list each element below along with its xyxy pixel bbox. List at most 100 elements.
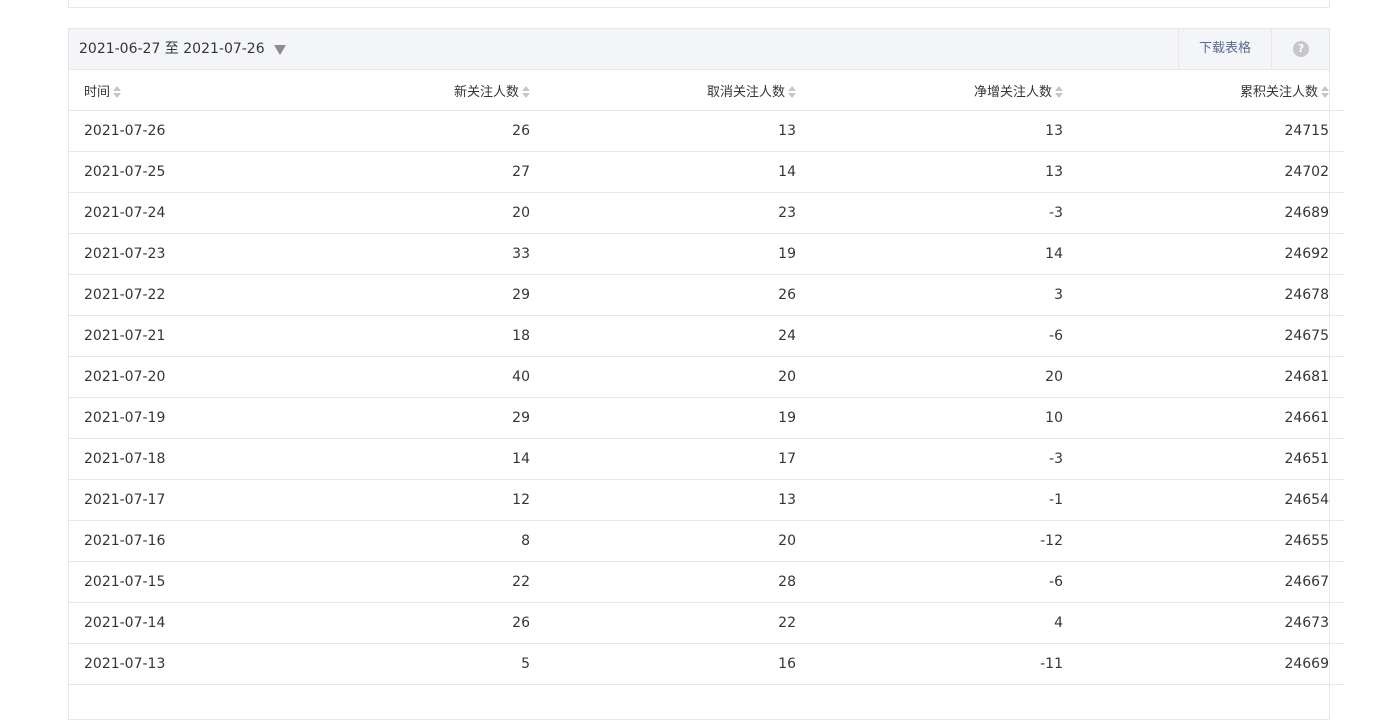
cell-date: 2021-07-26: [69, 110, 283, 152]
sort-icon: [1055, 86, 1063, 98]
cell-unfollows: 23: [530, 192, 796, 234]
table-row: 2021-07-16 8 20 -12 24655: [69, 520, 1344, 562]
column-header-net-growth[interactable]: 净增关注人数: [796, 70, 1063, 111]
date-range-text: 2021-06-27 至 2021-07-26: [79, 41, 265, 57]
cell-net-growth: -11: [796, 643, 1063, 685]
caret-down-icon: [273, 44, 286, 55]
cell-unfollows: 24: [530, 315, 796, 357]
cell-date: 2021-07-14: [69, 602, 283, 644]
column-header-label: 累积关注人数: [1239, 84, 1318, 100]
cell-unfollows: 19: [530, 397, 796, 439]
sort-icon: [522, 86, 530, 98]
cell-net-growth: -6: [796, 315, 1063, 357]
cell-date: 2021-07-16: [69, 520, 283, 562]
cell-cumulative: 24715: [1063, 110, 1344, 152]
cell-cumulative: 24654: [1063, 479, 1344, 521]
cell-new-followers: 18: [283, 315, 530, 357]
cell-cumulative: 24692: [1063, 233, 1344, 275]
cell-net-growth: 13: [796, 110, 1063, 152]
column-header-unfollows[interactable]: 取消关注人数: [530, 70, 796, 111]
table-row: 2021-07-21 18 24 -6 24675: [69, 315, 1344, 357]
table-body: 2021-07-26 26 13 13 24715 2021-07-25 27 …: [69, 110, 1344, 685]
column-header-label: 新关注人数: [453, 84, 519, 100]
column-header-date[interactable]: 时间: [69, 70, 283, 111]
sort-icon: [788, 86, 796, 98]
followers-table: 时间 新关注人数 取消关注人数 净增关注人数 累积关注人数 2021-07-26: [69, 70, 1344, 685]
table-row: 2021-07-25 27 14 13 24702: [69, 151, 1344, 193]
cell-new-followers: 26: [283, 602, 530, 644]
cell-cumulative: 24669: [1063, 643, 1344, 685]
cell-new-followers: 20: [283, 192, 530, 234]
cell-unfollows: 13: [530, 110, 796, 152]
cell-new-followers: 8: [283, 520, 530, 562]
cell-date: 2021-07-19: [69, 397, 283, 439]
cell-date: 2021-07-24: [69, 192, 283, 234]
data-table-card: 2021-06-27 至 2021-07-26 下载表格 ? 时间 新关注人数 …: [68, 28, 1344, 720]
table-row: 2021-07-23 33 19 14 24692: [69, 233, 1344, 275]
sort-icon: [1321, 86, 1329, 98]
cell-date: 2021-07-13: [69, 643, 283, 685]
table-toolbar: 2021-06-27 至 2021-07-26 下载表格 ?: [69, 29, 1329, 70]
table-row: 2021-07-24 20 23 -3 24689: [69, 192, 1344, 234]
cell-cumulative: 24689: [1063, 192, 1344, 234]
cell-date: 2021-07-15: [69, 561, 283, 603]
column-header-label: 净增关注人数: [973, 84, 1052, 100]
column-header-label: 取消关注人数: [706, 84, 785, 100]
cell-net-growth: 3: [796, 274, 1063, 316]
date-range-selector[interactable]: 2021-06-27 至 2021-07-26: [79, 29, 286, 69]
column-header-new-followers[interactable]: 新关注人数: [283, 70, 530, 111]
cell-new-followers: 5: [283, 643, 530, 685]
cell-unfollows: 28: [530, 561, 796, 603]
download-table-button[interactable]: 下载表格: [1177, 29, 1272, 69]
cell-unfollows: 22: [530, 602, 796, 644]
cell-net-growth: 13: [796, 151, 1063, 193]
cell-cumulative: 24667: [1063, 561, 1344, 603]
cell-new-followers: 12: [283, 479, 530, 521]
cell-unfollows: 17: [530, 438, 796, 480]
cell-net-growth: -3: [796, 438, 1063, 480]
table-row: 2021-07-22 29 26 3 24678: [69, 274, 1344, 316]
table-row: 2021-07-19 29 19 10 24661: [69, 397, 1344, 439]
cell-unfollows: 19: [530, 233, 796, 275]
cell-net-growth: -3: [796, 192, 1063, 234]
cell-cumulative: 24675: [1063, 315, 1344, 357]
table-row: 2021-07-20 40 20 20 24681: [69, 356, 1344, 398]
cell-net-growth: -12: [796, 520, 1063, 562]
cell-new-followers: 33: [283, 233, 530, 275]
cell-new-followers: 40: [283, 356, 530, 398]
cell-cumulative: 24661: [1063, 397, 1344, 439]
cell-unfollows: 16: [530, 643, 796, 685]
previous-panel-bottom: [68, 0, 1330, 8]
column-header-cumulative[interactable]: 累积关注人数: [1063, 70, 1344, 111]
cell-net-growth: -1: [796, 479, 1063, 521]
cell-net-growth: 4: [796, 602, 1063, 644]
cell-cumulative: 24702: [1063, 151, 1344, 193]
cell-cumulative: 24673: [1063, 602, 1344, 644]
cell-date: 2021-07-23: [69, 233, 283, 275]
cell-net-growth: 10: [796, 397, 1063, 439]
cell-net-growth: 14: [796, 233, 1063, 275]
cell-date: 2021-07-20: [69, 356, 283, 398]
cell-net-growth: -6: [796, 561, 1063, 603]
table-row: 2021-07-17 12 13 -1 24654: [69, 479, 1344, 521]
table-row: 2021-07-18 14 17 -3 24651: [69, 438, 1344, 480]
cell-date: 2021-07-18: [69, 438, 283, 480]
cell-date: 2021-07-21: [69, 315, 283, 357]
cell-cumulative: 24681: [1063, 356, 1344, 398]
cell-new-followers: 29: [283, 274, 530, 316]
cell-unfollows: 26: [530, 274, 796, 316]
cell-new-followers: 29: [283, 397, 530, 439]
help-icon[interactable]: ?: [1293, 41, 1309, 57]
cell-new-followers: 26: [283, 110, 530, 152]
cell-new-followers: 14: [283, 438, 530, 480]
cell-date: 2021-07-17: [69, 479, 283, 521]
cell-cumulative: 24651: [1063, 438, 1344, 480]
cell-unfollows: 20: [530, 356, 796, 398]
cell-unfollows: 20: [530, 520, 796, 562]
table-row: 2021-07-13 5 16 -11 24669: [69, 643, 1344, 685]
cell-unfollows: 13: [530, 479, 796, 521]
table-header-row: 时间 新关注人数 取消关注人数 净增关注人数 累积关注人数: [69, 70, 1344, 111]
cell-date: 2021-07-22: [69, 274, 283, 316]
cell-new-followers: 27: [283, 151, 530, 193]
cell-date: 2021-07-25: [69, 151, 283, 193]
